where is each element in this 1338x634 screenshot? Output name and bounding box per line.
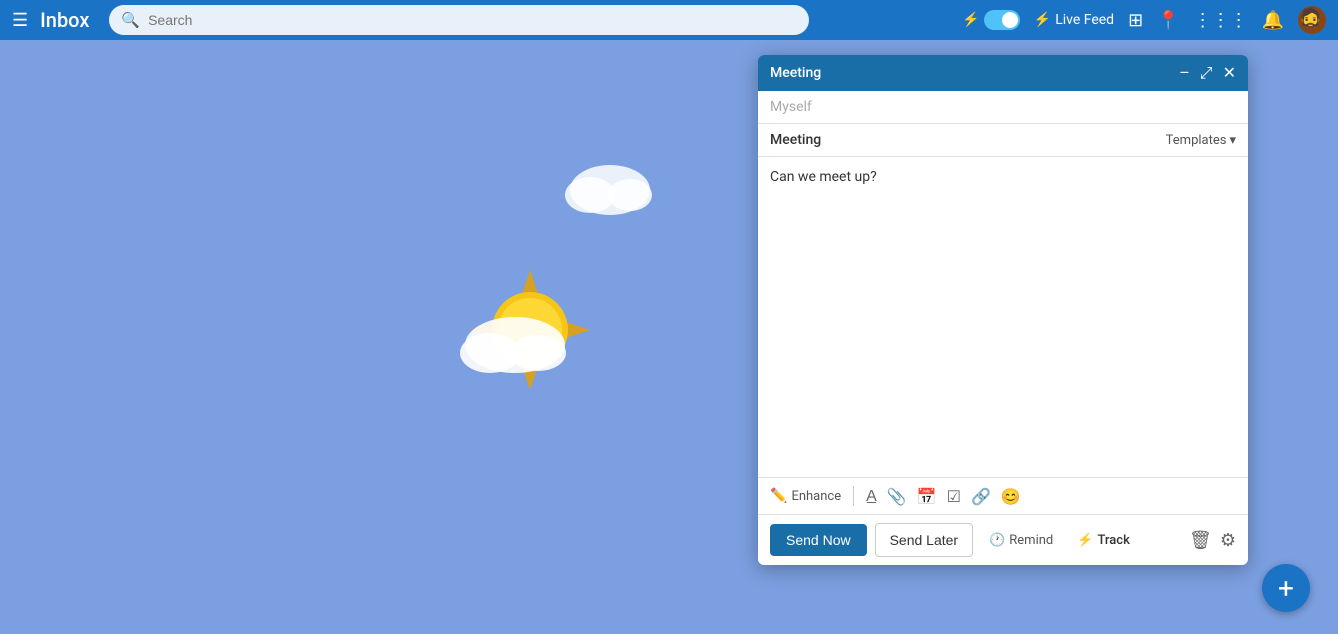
- track-label: Track: [1097, 533, 1129, 548]
- enhance-label: Enhance: [791, 489, 841, 504]
- main-background: Meeting – ⤢ ✕ Myself Meeting Templates ▾…: [0, 40, 1338, 634]
- templates-button[interactable]: Templates ▾: [1166, 133, 1236, 148]
- text-format-icon[interactable]: A̲: [866, 486, 877, 506]
- compose-subject[interactable]: Meeting: [770, 132, 821, 148]
- app-header: ☰ Inbox 🔍 ⚡ ⚡ Live Feed ⊞ 📍 ⋮⋮⋮ 🔔 🧔: [0, 0, 1338, 40]
- fab-button[interactable]: +: [1262, 564, 1310, 612]
- toolbar-divider: [853, 486, 854, 506]
- compose-modal: Meeting – ⤢ ✕ Myself Meeting Templates ▾…: [758, 55, 1248, 565]
- delete-icon[interactable]: 🗑: [1189, 530, 1212, 551]
- compose-header-actions: – ⤢ ✕: [1179, 63, 1236, 83]
- track-lightning-icon: ⚡: [1077, 533, 1093, 548]
- notification-icon[interactable]: 🔔: [1262, 10, 1284, 31]
- remind-button[interactable]: 🕐 Remind: [981, 527, 1061, 554]
- search-bar[interactable]: 🔍: [109, 5, 809, 35]
- compose-subject-row: Meeting Templates ▾: [758, 124, 1248, 157]
- calendar-icon[interactable]: 📅: [917, 487, 937, 506]
- weather-svg: [380, 140, 760, 520]
- footer-right-actions: 🗑 ⚙: [1189, 530, 1236, 551]
- enhance-button[interactable]: ✏️ Enhance: [770, 488, 841, 504]
- maximize-icon[interactable]: ⤢: [1200, 63, 1213, 83]
- search-input[interactable]: [148, 12, 797, 28]
- send-later-button[interactable]: Send Later: [875, 523, 974, 557]
- menu-icon[interactable]: ☰: [12, 10, 28, 31]
- check-circle-icon[interactable]: ☑: [947, 487, 961, 506]
- toggle-switch[interactable]: [984, 10, 1020, 30]
- live-feed-lightning-icon: ⚡: [1034, 12, 1051, 28]
- compose-header: Meeting – ⤢ ✕: [758, 55, 1248, 91]
- compose-body-text: Can we meet up?: [770, 169, 877, 185]
- compose-footer: Send Now Send Later 🕐 Remind ⚡ Track 🗑 ⚙: [758, 514, 1248, 565]
- compose-toolbar: ✏️ Enhance A̲ 📎 📅 ☑ 🔗 😊: [758, 477, 1248, 514]
- compose-title: Meeting: [770, 65, 821, 81]
- app-title: Inbox: [40, 8, 89, 32]
- link-icon[interactable]: 🔗: [971, 487, 991, 506]
- remind-label: Remind: [1009, 533, 1053, 548]
- location-icon[interactable]: 📍: [1157, 10, 1179, 31]
- pencil-icon: ✏️: [770, 488, 787, 504]
- compose-body[interactable]: Can we meet up?: [758, 157, 1248, 477]
- remind-clock-icon: 🕐: [989, 533, 1005, 548]
- weather-illustration: [380, 140, 760, 520]
- live-feed-label: Live Feed: [1055, 12, 1114, 28]
- avatar[interactable]: 🧔: [1298, 6, 1326, 34]
- attachment-icon[interactable]: 📎: [887, 487, 907, 506]
- live-feed-button[interactable]: ⚡ Live Feed: [1034, 12, 1114, 28]
- track-button[interactable]: ⚡ Track: [1069, 527, 1138, 554]
- lightning-icon: ⚡: [962, 12, 979, 28]
- apps-icon[interactable]: ⋮⋮⋮: [1194, 10, 1248, 31]
- toolbar-icons: A̲ 📎 📅 ☑ 🔗 😊: [866, 486, 1021, 506]
- dropdown-arrow-icon: ▾: [1229, 133, 1236, 148]
- toggle-container: ⚡: [962, 10, 1019, 30]
- templates-label: Templates: [1166, 133, 1227, 148]
- to-placeholder: Myself: [770, 99, 812, 115]
- header-right-actions: ⚡ ⚡ Live Feed ⊞ 📍 ⋮⋮⋮ 🔔 🧔: [962, 6, 1326, 34]
- emoji-icon[interactable]: 😊: [1001, 487, 1021, 506]
- grid-lines-icon[interactable]: ⊞: [1128, 10, 1143, 31]
- compose-to-field[interactable]: Myself: [758, 91, 1248, 124]
- close-icon[interactable]: ✕: [1223, 63, 1236, 83]
- search-icon: 🔍: [121, 11, 140, 29]
- minimize-icon[interactable]: –: [1179, 63, 1190, 83]
- settings-icon[interactable]: ⚙: [1220, 530, 1236, 551]
- fab-plus-icon: +: [1278, 572, 1294, 605]
- send-now-button[interactable]: Send Now: [770, 524, 867, 556]
